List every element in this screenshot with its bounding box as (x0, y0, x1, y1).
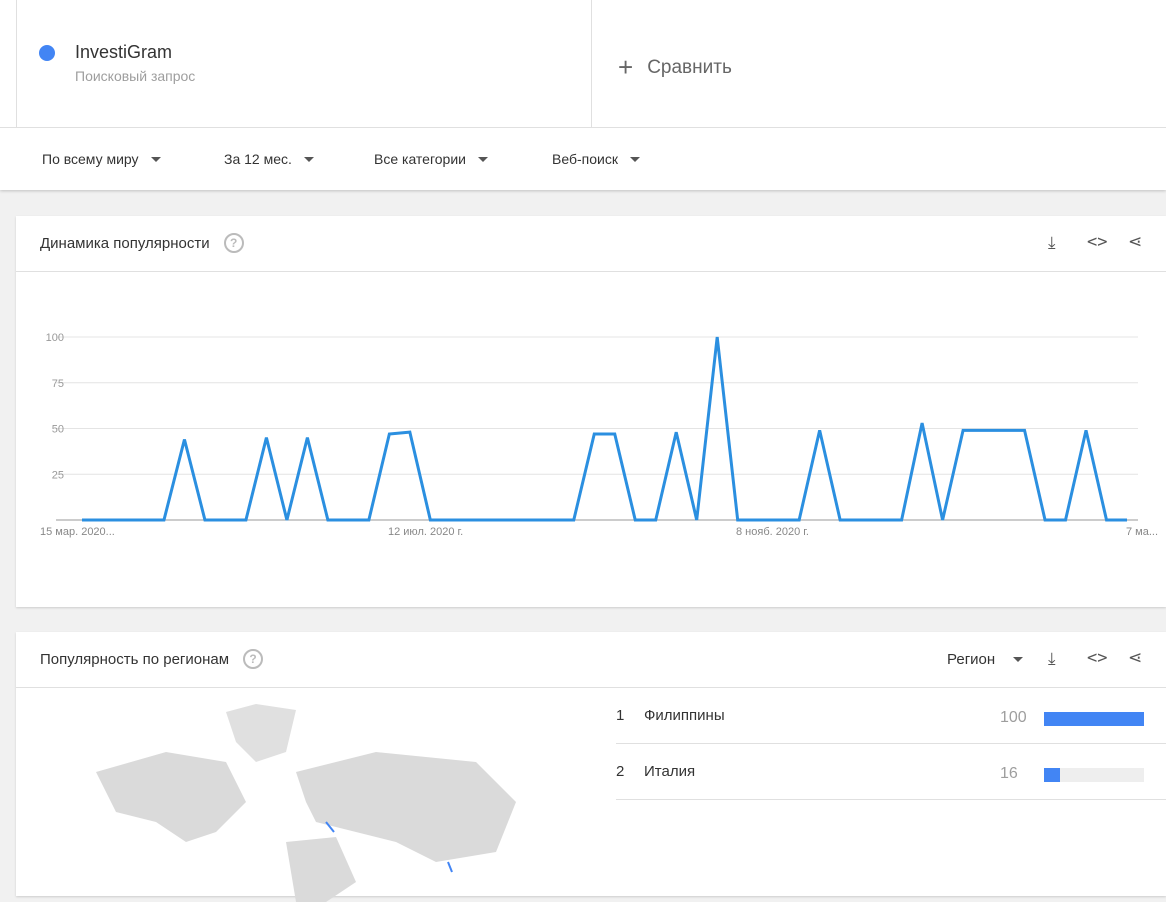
help-icon[interactable]: ? (224, 233, 244, 253)
filter-time[interactable]: За 12 мес. (224, 151, 314, 167)
header: InvestiGram Поисковый запрос + Сравнить … (0, 0, 1166, 190)
interest-over-time-card: Динамика популярности? ⤓ <> ⋖ 25 50 75 100 1… (16, 216, 1166, 607)
embed-icon[interactable]: <> (1087, 232, 1107, 252)
x-tick-label: 15 мар. 2020... (40, 526, 115, 538)
x-tick-label: 8 нояб. 2020 г. (736, 526, 809, 538)
region-bar (1044, 712, 1144, 726)
term-color-dot (39, 45, 55, 61)
y-tick-label: 75 (52, 378, 64, 390)
compare-label: Сравнить (647, 57, 732, 79)
caret-down-icon (1013, 657, 1023, 662)
card-title: Популярность по регионам (40, 651, 229, 668)
help-icon[interactable]: ? (243, 649, 263, 669)
caret-down-icon (151, 157, 161, 162)
filter-search-type[interactable]: Веб-поиск (552, 151, 640, 167)
embed-icon[interactable]: <> (1087, 648, 1107, 668)
term-subtitle: Поисковый запрос (75, 68, 195, 84)
y-tick-label: 25 (52, 469, 64, 481)
download-icon[interactable]: ⤓ (1048, 233, 1056, 253)
x-tick-label: 7 ма... (1126, 526, 1158, 538)
card-title: Динамика популярности (40, 235, 210, 252)
filter-bar: По всему миру За 12 мес. Все категории В… (0, 127, 1166, 190)
caret-down-icon (630, 157, 640, 162)
plus-icon: + (618, 52, 633, 83)
share-icon[interactable]: ⋖ (1128, 648, 1142, 668)
search-term-card[interactable]: InvestiGram Поисковый запрос (16, 0, 592, 127)
term-name[interactable]: InvestiGram (75, 42, 172, 63)
caret-down-icon (478, 157, 488, 162)
x-tick-label: 12 июл. 2020 г. (388, 526, 463, 538)
compare-button[interactable]: + Сравнить (618, 52, 732, 83)
region-row[interactable]: 1Филиппины 100 (616, 688, 1166, 744)
filter-region[interactable]: По всему миру (42, 151, 161, 167)
region-row[interactable]: 2Италия 16 (616, 744, 1166, 800)
region-bar (1044, 768, 1144, 782)
share-icon[interactable]: ⋖ (1128, 232, 1142, 252)
line-chart: 25 50 75 100 15 мар. 2020... 12 июл. 2020 г. 8… (16, 272, 1166, 607)
interest-by-region-card: Популярность по регионам? Регион ⤓ <> ⋖ … (16, 632, 1166, 896)
y-tick-label: 100 (46, 332, 64, 344)
world-map[interactable] (76, 692, 516, 902)
region-dropdown[interactable]: Регион (947, 651, 1023, 668)
filter-category[interactable]: Все категории (374, 151, 488, 167)
download-icon[interactable]: ⤓ (1048, 649, 1056, 669)
y-tick-label: 50 (52, 424, 64, 436)
caret-down-icon (304, 157, 314, 162)
